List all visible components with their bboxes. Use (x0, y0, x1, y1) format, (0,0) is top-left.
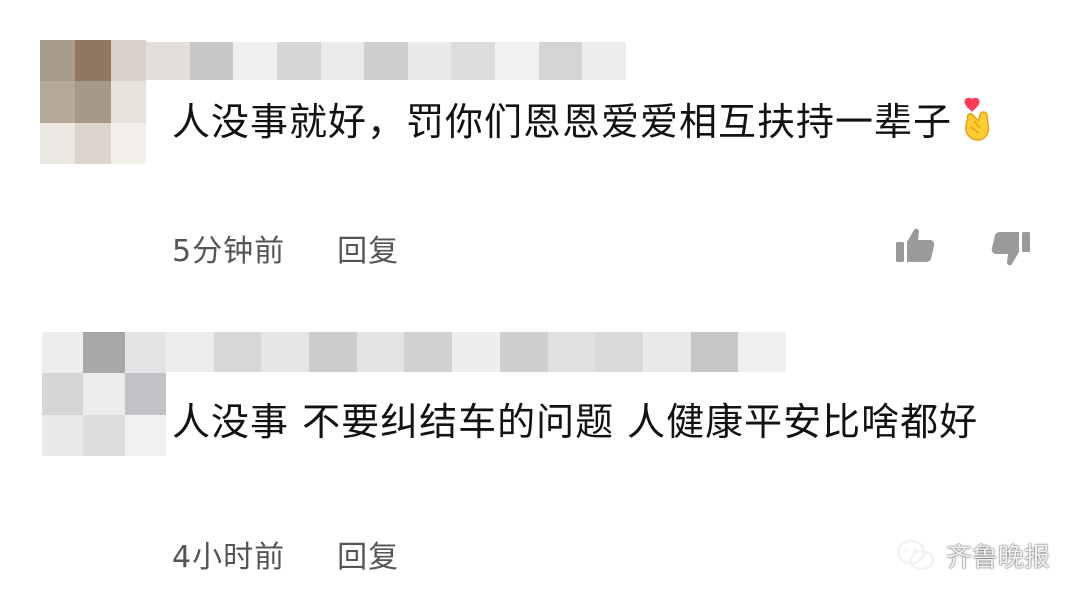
pinched-heart-hand-emoji (960, 97, 998, 141)
comment-item: 人没事就好，罚你们恩恩爱爱相互扶持一辈子 5分钟前 回复 (0, 0, 1080, 290)
comment-text: 人没事 不要纠结车的问题 人健康平安比啥都好 (172, 392, 1032, 452)
watermark: 齐鲁晚报 (896, 537, 1050, 574)
wechat-icon (896, 539, 935, 570)
reply-button[interactable]: 回复 (337, 226, 399, 270)
reply-button[interactable]: 回复 (337, 532, 399, 576)
thumbs-down-icon[interactable] (990, 228, 1032, 268)
comment-text: 人没事就好，罚你们恩恩爱爱相互扶持一辈子 (172, 92, 1032, 152)
watermark-text: 齐鲁晚报 (945, 543, 1050, 573)
username-blurred[interactable] (166, 332, 786, 372)
comment-body: 人没事 不要纠结车的问题 人健康平安比啥都好 (172, 400, 979, 444)
comment-time: 4小时前 (172, 540, 286, 575)
thumbs-up-icon[interactable] (894, 226, 936, 266)
comment-meta: 4小时前 回复 (172, 532, 399, 576)
comment-body: 人没事就好，罚你们恩恩爱爱相互扶持一辈子 (172, 100, 953, 144)
avatar[interactable] (40, 40, 146, 164)
comment-meta: 5分钟前 回复 (172, 226, 399, 270)
avatar[interactable] (42, 332, 166, 456)
username-blurred[interactable] (146, 42, 626, 80)
comment-time: 5分钟前 (172, 234, 286, 269)
